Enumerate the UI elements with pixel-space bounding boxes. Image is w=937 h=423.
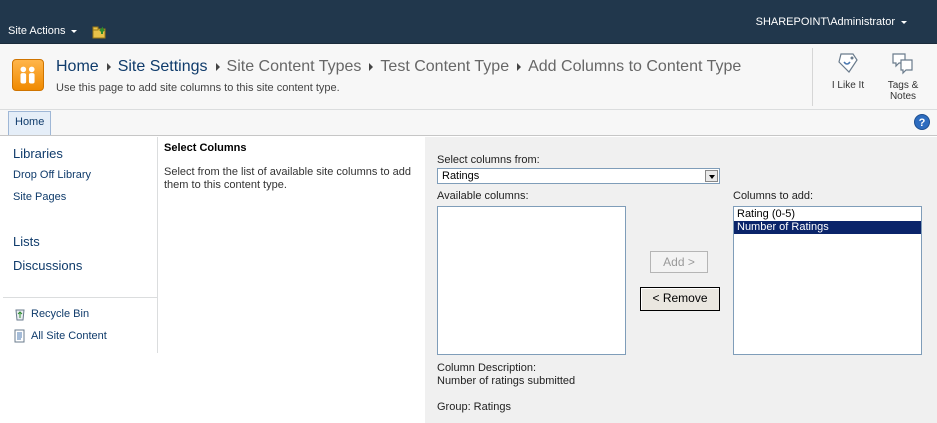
quick-launch: Libraries Drop Off Library Site Pages Li… [3, 137, 158, 353]
title-area: Home Site Settings Site Content Types Te… [0, 44, 937, 110]
tags-label-line2: Notes [889, 91, 917, 102]
select-columns-from-dropdown[interactable]: Ratings [437, 168, 720, 184]
breadcrumb-test-content-type[interactable]: Test Content Type [380, 58, 509, 76]
page-description: Use this page to add site columns to thi… [56, 82, 340, 94]
column-description-value: Number of ratings submitted [437, 375, 576, 387]
columns-to-add-listbox[interactable]: Rating (0-5) Number of Ratings [733, 206, 922, 355]
breadcrumb-site-settings[interactable]: Site Settings [118, 58, 208, 76]
nav-heading-libraries[interactable]: Libraries [13, 146, 63, 161]
breadcrumb: Home Site Settings Site Content Types Te… [56, 58, 741, 76]
remove-button[interactable]: < Remove [640, 287, 720, 311]
group-text: Group: Ratings [437, 401, 511, 413]
page-title: Add Columns to Content Type [528, 58, 742, 75]
add-button[interactable]: Add > [650, 251, 708, 273]
breadcrumb-home[interactable]: Home [56, 58, 99, 76]
site-logo-icon[interactable] [12, 59, 44, 91]
nav-heading-lists[interactable]: Lists [13, 234, 40, 249]
help-icon[interactable]: ? [914, 114, 930, 130]
section-description: Select from the list of available site c… [164, 166, 412, 191]
select-columns-from-label: Select columns from: [437, 154, 540, 166]
available-columns-listbox[interactable] [437, 206, 626, 355]
list-item[interactable]: Rating (0-5) [734, 208, 921, 221]
tags-and-notes-button[interactable]: Tags & Notes [878, 50, 928, 102]
recycle-bin-icon [15, 309, 25, 321]
nav-item-site-pages[interactable]: Site Pages [13, 191, 66, 203]
columns-to-add-label: Columns to add: [733, 190, 814, 202]
i-like-it-button[interactable]: I Like It [824, 50, 872, 91]
site-actions-label: Site Actions [8, 25, 66, 37]
tab-home[interactable]: Home [8, 111, 52, 135]
chevron-down-icon [901, 20, 907, 24]
ribbon-top-bar: Site Actions SHAREPOINT\Administrator [0, 0, 937, 44]
breadcrumb-site-content-types[interactable]: Site Content Types [227, 58, 362, 76]
all-site-content-link[interactable]: All Site Content [13, 329, 107, 343]
recycle-bin-label: Recycle Bin [31, 308, 90, 320]
divider [812, 48, 813, 106]
dropdown-arrow-icon[interactable] [705, 170, 718, 182]
site-actions-menu[interactable]: Site Actions [8, 25, 78, 37]
nav-heading-discussions[interactable]: Discussions [13, 258, 82, 273]
all-site-content-label: All Site Content [31, 330, 107, 342]
breadcrumb-separator-icon [106, 63, 111, 71]
breadcrumb-separator-icon [369, 63, 374, 71]
column-description-label: Column Description: [437, 362, 537, 374]
i-like-it-label: I Like It [831, 80, 865, 91]
tags-notes-icon [892, 53, 913, 75]
thumbs-up-tag-icon [838, 53, 858, 73]
nav-item-drop-off-library[interactable]: Drop Off Library [13, 169, 91, 181]
list-item-selected[interactable]: Number of Ratings [734, 221, 921, 234]
top-nav-bar: Home ? [0, 110, 937, 136]
recycle-bin-link[interactable]: Recycle Bin [13, 307, 89, 321]
user-menu[interactable]: SHAREPOINT\Administrator [756, 16, 907, 28]
tags-label-line1: Tags & [887, 80, 919, 91]
select-columns-from-value: Ratings [442, 170, 480, 182]
available-columns-label: Available columns: [437, 190, 529, 202]
breadcrumb-separator-icon [215, 63, 220, 71]
breadcrumb-separator-icon [517, 63, 522, 71]
navigate-up-icon[interactable] [92, 25, 108, 39]
user-name: SHAREPOINT\Administrator [755, 16, 895, 28]
section-title: Select Columns [164, 142, 247, 154]
nav-utility-divider [3, 297, 158, 298]
all-site-content-icon [14, 329, 25, 343]
chevron-down-icon [71, 29, 78, 33]
